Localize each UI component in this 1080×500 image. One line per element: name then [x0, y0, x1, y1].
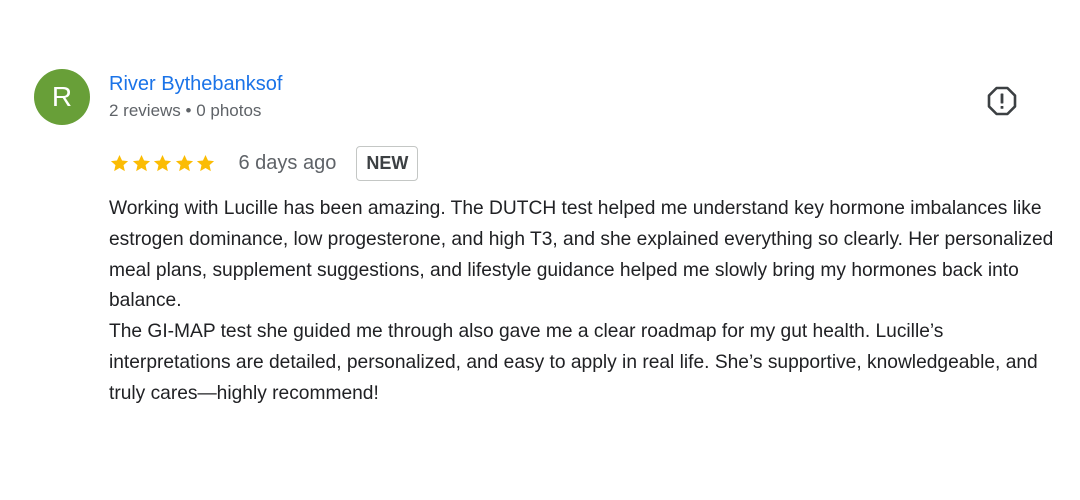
star-icon — [109, 153, 130, 174]
star-icon — [131, 153, 152, 174]
star-icon — [174, 153, 195, 174]
star-icon — [195, 153, 216, 174]
new-badge: NEW — [356, 145, 419, 181]
review-meta-row: 6 days ago NEW — [109, 145, 419, 181]
avatar[interactable]: R — [34, 69, 90, 125]
report-button[interactable] — [984, 83, 1020, 119]
author-meta: 2 reviews • 0 photos — [109, 101, 262, 120]
author-name-link[interactable]: River Bythebanksof — [109, 71, 282, 97]
star-rating — [109, 153, 217, 174]
star-icon — [152, 153, 173, 174]
review-card: R River Bythebanksof 2 reviews • 0 photo… — [0, 0, 1080, 500]
review-text: Working with Lucille has been amazing. T… — [109, 198, 1054, 404]
review-date: 6 days ago — [238, 151, 337, 174]
report-icon — [984, 83, 1020, 119]
